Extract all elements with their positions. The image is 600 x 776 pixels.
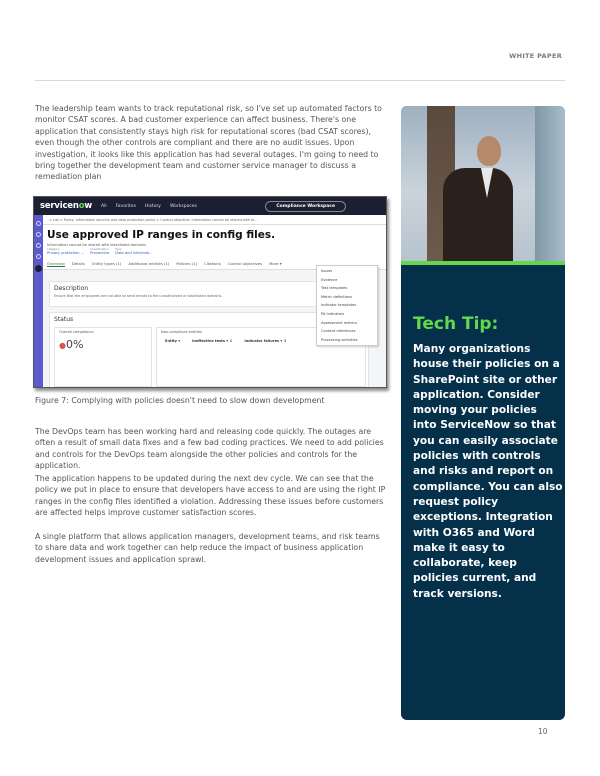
description-text: Ensure that the employees are not able t… [54, 294, 223, 298]
document-type-label: WHITE PAPER [509, 52, 562, 60]
servicenow-logo: servicenow [40, 201, 93, 211]
menu-item-evidence[interactable]: Evidence [321, 276, 373, 285]
tech-tip-panel: Tech Tip: Many organizations house their… [401, 106, 565, 720]
meta-type-link[interactable]: Data and informati... [115, 251, 152, 255]
tech-tip-body: Many organizations house their policies … [413, 343, 563, 600]
tab-entity-types[interactable]: Entity types (1) [92, 261, 121, 266]
tab-details[interactable]: Details [72, 261, 85, 266]
page-number: 10 [538, 727, 548, 736]
column-indicator-failures[interactable]: Indicator failures ▾ ↕ [244, 339, 286, 343]
status-dot-icon: ● [59, 341, 66, 350]
avatar[interactable] [35, 265, 42, 272]
menu-item-indicator-templates[interactable]: Indicator templates [321, 301, 373, 310]
menu-item-test-templates[interactable]: Test templates [321, 284, 373, 293]
megaphone-icon[interactable] [36, 232, 41, 237]
nav-favorites[interactable]: Favorites [116, 204, 136, 209]
column-entity[interactable]: Entity ▾ [165, 339, 180, 343]
side-rail [34, 215, 43, 387]
menu-item-issues[interactable]: Issues [321, 267, 373, 276]
menu-item-assessment-metrics[interactable]: Assessment metrics [321, 319, 373, 328]
record-title: Use approved IP ranges in config files. [43, 225, 386, 243]
check-circle-icon[interactable] [36, 243, 41, 248]
clipboard-icon[interactable] [36, 254, 41, 259]
overall-compliance-label: Overall compliance [59, 330, 94, 334]
menu-item-processing-activities[interactable]: Processing activities [321, 336, 373, 345]
nav-all[interactable]: All [101, 204, 107, 209]
update-paragraph: The application happens to be updated du… [35, 474, 386, 518]
column-ineffective-tests[interactable]: Ineffective tests ▾ ↕ [192, 339, 232, 343]
nav-workspaces[interactable]: Workspaces [170, 204, 197, 209]
menu-item-metric-definitions[interactable]: Metric definitions [321, 293, 373, 302]
figure-caption: Figure 7: Complying with policies doesn'… [35, 396, 325, 405]
menu-item-pa-indicators[interactable]: PA Indicators [321, 310, 373, 319]
breadcrumb[interactable]: < List > Policy: Information security an… [43, 215, 386, 225]
intro-paragraph: The leadership team wants to track reput… [35, 104, 382, 182]
compliance-workspace-button[interactable]: Compliance Workspace [265, 201, 346, 212]
tab-policies[interactable]: Policies (1) [176, 261, 197, 266]
nav-history[interactable]: History [145, 204, 161, 209]
menu-item-content-references[interactable]: Content references [321, 327, 373, 336]
overall-compliance-value: 0% [65, 338, 84, 351]
platform-paragraph: A single platform that allows applicatio… [35, 532, 380, 564]
tab-control-objectives[interactable]: Control objectives [228, 261, 262, 266]
home-icon[interactable] [36, 221, 41, 226]
app-top-bar: servicenow All Favorites History Workspa… [34, 197, 386, 215]
tab-additional-entities[interactable]: Additional entities (1) [128, 261, 169, 266]
header-divider [35, 80, 565, 81]
tab-overview[interactable]: Overview [47, 261, 65, 267]
overall-compliance-card: Overall compliance ●0% [54, 327, 152, 387]
tab-more[interactable]: More ▾ [269, 261, 282, 266]
tab-citations[interactable]: Citations [204, 261, 221, 266]
meta-category-link[interactable]: Privacy protection ... [47, 251, 84, 255]
meta-classification-link[interactable]: Preventive [90, 251, 109, 255]
servicenow-screenshot-figure: servicenow All Favorites History Workspa… [33, 196, 387, 388]
tech-tip-heading: Tech Tip: [413, 314, 499, 334]
businessman-photo [401, 106, 565, 261]
record-content: < List > Policy: Information security an… [43, 215, 386, 387]
description-card: Description Ensure that the employees ar… [49, 281, 319, 307]
accent-bar [401, 261, 565, 265]
devops-paragraph: The DevOps team has been working hard an… [35, 427, 384, 471]
description-heading: Description [54, 285, 89, 292]
record-meta: Information cannot be shared with blackl… [43, 243, 386, 258]
more-dropdown-menu: Issues Evidence Test templates Metric de… [316, 265, 378, 347]
